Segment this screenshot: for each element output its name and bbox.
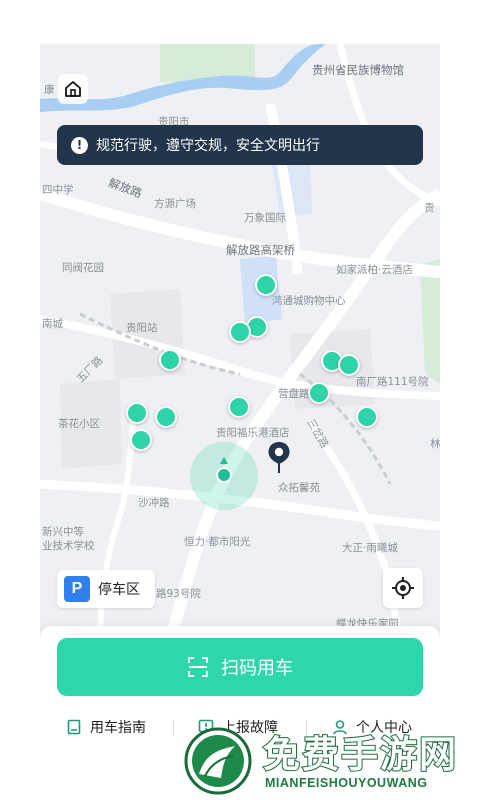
parking-label: 停车区 xyxy=(98,582,140,598)
map-label: 沙冲路 xyxy=(138,497,170,509)
map-label: 四中学 xyxy=(42,184,74,196)
scan-icon xyxy=(188,657,208,677)
map-label: 方源广场 xyxy=(154,198,196,210)
map-label: 业技术学校 xyxy=(42,540,95,552)
nav-ride-guide[interactable]: 用车指南 xyxy=(66,717,146,737)
map-label: 众拓馨苑 xyxy=(278,482,320,494)
parking-icon: P xyxy=(64,576,90,602)
scan-label: 扫码用车 xyxy=(221,658,293,679)
bike-marker[interactable] xyxy=(308,382,330,404)
bike-marker[interactable] xyxy=(155,406,177,428)
exclamation-icon: ! xyxy=(71,136,88,154)
heading-arrow-icon xyxy=(220,457,228,464)
parking-area-button[interactable]: P 停车区 xyxy=(57,570,155,608)
notice-text: 规范行驶，遵守交规，安全文明出行 xyxy=(96,138,320,154)
map-label: 康 xyxy=(44,84,55,96)
nav-divider xyxy=(173,719,174,735)
map-label: 鸿通城购物中心 xyxy=(272,295,346,307)
safety-notice-banner: ! 规范行驶，遵守交规，安全文明出行 xyxy=(57,125,423,165)
scan-to-ride-button[interactable]: 扫码用车 xyxy=(57,638,423,696)
map-label: 路93号院 xyxy=(156,588,201,600)
map-label: 万象国际 xyxy=(244,212,286,224)
bike-marker[interactable] xyxy=(228,396,250,418)
map-label: 如家派柏·云酒店 xyxy=(336,264,413,276)
map-label: 大正·雨曦城 xyxy=(342,542,398,554)
current-location-dot xyxy=(216,467,232,483)
map-label: 茶花小区 xyxy=(58,418,100,430)
map-label: 南厂路111号院 xyxy=(356,376,429,388)
watermark: 免费手游网 MIANFEISHOUYOUWANG xyxy=(183,724,480,800)
map-label: 贵 xyxy=(424,202,435,214)
map-label: 贵州省民族博物馆 xyxy=(312,63,404,77)
watermark-subtitle: MIANFEISHOUYOUWANG xyxy=(265,776,428,790)
watermark-title: 免费手游网 xyxy=(262,732,458,777)
bike-marker[interactable] xyxy=(255,274,277,296)
map-label: 贵阳福乐港酒店 xyxy=(216,427,290,439)
map-label: 同阀花园 xyxy=(62,262,104,274)
bike-marker[interactable] xyxy=(338,354,360,376)
phone-screen: 贵州省民族博物馆 康 贵阳市 四中学 解放路 方源广场 万象国际 贵 解放路高架… xyxy=(40,44,440,756)
book-icon xyxy=(67,719,81,735)
crosshair-icon xyxy=(392,577,414,599)
map-label: 新兴中等 xyxy=(42,526,84,538)
bike-marker[interactable] xyxy=(356,406,378,428)
home-button[interactable] xyxy=(58,74,88,104)
map-label: 林 xyxy=(430,438,440,450)
bike-marker[interactable] xyxy=(229,321,251,343)
map-label: 解放路高架桥 xyxy=(226,243,295,257)
map-label: 贵阳站 xyxy=(126,322,158,334)
bike-marker[interactable] xyxy=(126,402,148,424)
home-icon xyxy=(65,81,81,97)
map-label: 南城 xyxy=(42,318,63,330)
map-label: 营盘路 xyxy=(278,388,310,400)
locate-me-button[interactable] xyxy=(383,568,423,608)
location-pin-icon xyxy=(268,442,290,473)
watermark-logo xyxy=(184,727,252,795)
bike-marker[interactable] xyxy=(159,349,181,371)
map-view[interactable]: 贵州省民族博物馆 康 贵阳市 四中学 解放路 方源广场 万象国际 贵 解放路高架… xyxy=(40,44,440,644)
nav-ride-guide-label: 用车指南 xyxy=(90,720,146,736)
map-label: 恒力·都市阳光 xyxy=(184,536,251,548)
bike-marker[interactable] xyxy=(130,429,152,451)
